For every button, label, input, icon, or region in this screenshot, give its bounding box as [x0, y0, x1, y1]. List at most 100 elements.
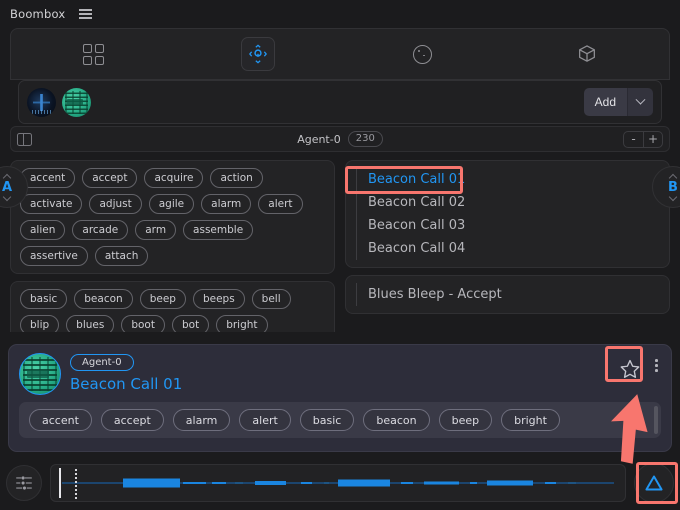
tag-chip[interactable]: accept	[82, 168, 138, 189]
tag-chip-list: basic beacon beep beeps bell blip blues boot bot…	[20, 289, 325, 332]
selected-sound-tags[interactable]: accent accept alarm alert basic beacon beep bri…	[19, 402, 661, 438]
sound-list-column[interactable]: Beacon Call 01 Beacon Call 02 Beacon Call …	[345, 160, 670, 332]
waveform-segment	[183, 482, 206, 484]
tag-chip[interactable]: assemble	[183, 220, 254, 241]
selected-tag-chip[interactable]: bright	[501, 409, 560, 431]
sliders-icon	[16, 476, 32, 490]
cursor-marker[interactable]	[75, 467, 77, 499]
sound-list-group: Beacon Call 01 Beacon Call 02 Beacon Call …	[345, 160, 670, 268]
tag-chip[interactable]: activate	[20, 194, 83, 215]
kebab-menu-icon[interactable]	[652, 355, 661, 376]
tag-chip[interactable]: arcade	[72, 220, 129, 241]
view-grid-button[interactable]	[76, 37, 110, 71]
tag-chip[interactable]: assertive	[20, 246, 88, 267]
tag-chip[interactable]: alert	[258, 194, 303, 215]
agent-count-badge: 230	[347, 131, 383, 147]
title-bar: Boombox	[0, 0, 680, 28]
list-item[interactable]: Beacon Call 01	[366, 168, 659, 191]
favorite-button[interactable]	[616, 355, 644, 383]
tag-chip[interactable]: attach	[94, 246, 149, 267]
waveform-segment	[470, 482, 477, 484]
add-button-group: Add	[583, 88, 653, 116]
list-item[interactable]: Blues Bleep - Accept	[366, 283, 659, 306]
selected-tag-chip[interactable]: alarm	[172, 409, 231, 431]
agent-label-group: Agent-0 230	[11, 131, 669, 147]
tag-chip[interactable]: bot	[171, 315, 210, 332]
hamburger-icon[interactable]	[77, 7, 94, 20]
waveform-display[interactable]	[50, 464, 626, 502]
list-item[interactable]: Beacon Call 02	[366, 191, 659, 214]
tag-chip[interactable]: boot	[121, 315, 165, 332]
cube-icon	[578, 45, 595, 62]
selected-sound-actions	[616, 353, 661, 383]
avatar[interactable]	[19, 353, 61, 395]
tag-chip[interactable]: blip	[20, 315, 60, 332]
player-bar	[0, 456, 680, 510]
library-3d-button[interactable]	[570, 37, 604, 71]
play-button[interactable]	[634, 463, 674, 503]
selected-sound-meta: Agent-0 Beacon Call 01	[70, 353, 182, 393]
waveform-segment	[424, 481, 459, 485]
waveform-segment	[323, 482, 330, 484]
tag-chip[interactable]: bright	[216, 315, 268, 332]
tag-chip[interactable]: alien	[20, 220, 66, 241]
grid-icon	[82, 43, 104, 65]
tag-chip[interactable]: agile	[148, 194, 195, 215]
theme-toggle-button[interactable]	[405, 37, 439, 71]
tag-chip[interactable]: basic	[20, 289, 68, 310]
avatar-teal[interactable]	[62, 87, 91, 117]
waveform	[51, 465, 625, 501]
decrease-button[interactable]: -	[624, 132, 643, 147]
add-button[interactable]: Add	[583, 88, 627, 116]
tag-group-b: basic beacon beep beeps bell blip blues boot bot…	[10, 281, 335, 332]
selected-tag-chip[interactable]: accent	[29, 409, 92, 431]
letter-scroller-right-label: B	[668, 179, 678, 195]
star-icon	[621, 359, 640, 378]
increase-button[interactable]: +	[643, 131, 662, 147]
tag-chip[interactable]: blues	[66, 315, 115, 332]
tag-chip[interactable]: beacon	[74, 289, 133, 310]
waveform-segment	[300, 482, 313, 484]
navigate-button[interactable]	[240, 37, 275, 71]
tag-chip[interactable]: beeps	[192, 289, 245, 310]
selected-tag-chip[interactable]: alert	[239, 409, 291, 431]
selected-sound-card: Agent-0 Beacon Call 01 accent accept alarm…	[8, 344, 672, 452]
toolbar-slot-library	[505, 37, 670, 71]
list-item[interactable]: Beacon Call 03	[366, 214, 659, 237]
waveform-segment	[122, 478, 181, 488]
selected-tag-chip[interactable]: accept	[100, 409, 164, 431]
waveform-segment	[487, 480, 534, 486]
waveform-segment	[211, 482, 227, 484]
chevron-down-icon	[635, 94, 646, 105]
tag-chip[interactable]: adjust	[89, 194, 142, 215]
selected-tag-chip[interactable]: beep	[438, 409, 493, 431]
avatar-dark-blue[interactable]	[27, 87, 56, 117]
list-item[interactable]: Beacon Call 04	[366, 237, 659, 260]
avatar-list	[27, 87, 91, 117]
agent-pill[interactable]: Agent-0	[70, 354, 134, 371]
waveform-segment	[338, 479, 390, 487]
agent-name: Agent-0	[297, 132, 341, 146]
tag-chip[interactable]: arm	[135, 220, 177, 241]
tag-scrollbar[interactable]	[654, 406, 658, 434]
tag-chip[interactable]: acquire	[144, 168, 204, 189]
tag-browser-column[interactable]: accent accept acquire action activate adjust a…	[10, 160, 335, 332]
tag-chip[interactable]: bell	[251, 289, 291, 310]
avatar-bar: Add	[18, 80, 662, 124]
tag-chip[interactable]: alarm	[201, 194, 252, 215]
zoom-stepper: - +	[623, 130, 663, 148]
tag-chip[interactable]: accent	[20, 168, 76, 189]
waveform-segment	[544, 482, 557, 484]
letter-scroller-left-label: A	[1, 179, 13, 195]
split-panel-icon[interactable]	[17, 132, 32, 146]
app-title: Boombox	[10, 7, 66, 21]
selected-tag-chip[interactable]: basic	[299, 409, 355, 431]
tag-chip[interactable]: action	[210, 168, 263, 189]
tag-chip[interactable]: beep	[139, 289, 186, 310]
mixer-button[interactable]	[6, 465, 42, 501]
add-dropdown-button[interactable]	[627, 88, 653, 116]
selected-tag-chip[interactable]: beacon	[363, 409, 430, 431]
triangle-icon	[645, 475, 663, 491]
waveform-segment	[567, 482, 577, 484]
playhead[interactable]	[59, 468, 61, 498]
